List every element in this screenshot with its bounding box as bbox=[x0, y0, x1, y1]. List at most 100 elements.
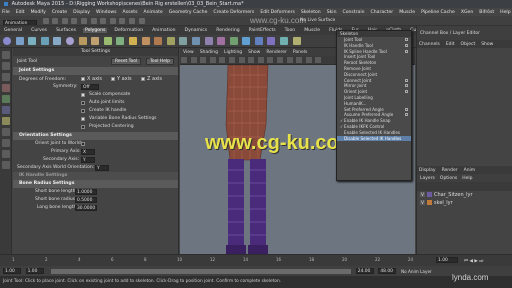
menu-modify[interactable]: Modify bbox=[31, 10, 46, 15]
shelf-tab-surfaces[interactable]: Surfaces bbox=[54, 28, 78, 33]
playback-controls[interactable]: ⏮ ◀ ▶ ⏭ bbox=[464, 258, 483, 264]
option-box-icon[interactable] bbox=[405, 84, 408, 88]
layout-single-icon[interactable] bbox=[2, 128, 10, 136]
snap-curve-icon[interactable] bbox=[128, 18, 135, 24]
channel-tab-show[interactable]: Show bbox=[481, 42, 493, 47]
option-box-icon[interactable] bbox=[405, 43, 408, 47]
smooth-shade-icon[interactable] bbox=[267, 57, 274, 63]
redo-icon[interactable] bbox=[80, 18, 87, 24]
dof-z-checkbox[interactable] bbox=[141, 76, 145, 81]
symmetry-dropdown[interactable]: Off bbox=[81, 84, 99, 90]
character-legs-model[interactable] bbox=[220, 65, 276, 254]
isolate-select-icon[interactable] bbox=[315, 57, 322, 63]
orient-world-checkbox[interactable] bbox=[81, 142, 85, 146]
layer-tab-display[interactable]: Display bbox=[419, 168, 436, 173]
lights-icon[interactable] bbox=[286, 57, 293, 63]
shadows-icon[interactable] bbox=[296, 57, 303, 63]
menu-bifr-st[interactable]: Bifröst bbox=[479, 10, 494, 15]
append-polygon-icon[interactable] bbox=[154, 37, 163, 45]
option-box-icon[interactable] bbox=[405, 113, 408, 117]
layer-visibility-toggle[interactable]: V bbox=[420, 192, 425, 197]
channel-tab-edit[interactable]: Edit bbox=[446, 42, 455, 47]
current-time-field[interactable]: 1.00 bbox=[436, 257, 458, 263]
layer-row-skel-lyr[interactable]: Vskel_lyr bbox=[417, 199, 512, 207]
undo-icon[interactable] bbox=[71, 18, 78, 24]
menu-windows[interactable]: Windows bbox=[96, 10, 117, 15]
layer-color-swatch[interactable] bbox=[427, 192, 432, 197]
insert-edge-loop-icon[interactable] bbox=[179, 37, 188, 45]
layer-menu-layers[interactable]: Layers bbox=[420, 176, 435, 181]
sculpt-icon[interactable] bbox=[292, 37, 301, 45]
merge-icon[interactable] bbox=[204, 37, 213, 45]
playback-end-field[interactable]: 24.00 bbox=[355, 268, 374, 274]
menu-help[interactable]: Help bbox=[500, 10, 510, 15]
menu-geometry-cache[interactable]: Geometry Cache bbox=[169, 10, 208, 15]
shelf-tab-polygons[interactable]: Polygons bbox=[82, 28, 108, 33]
layer-tab-render[interactable]: Render bbox=[442, 168, 458, 173]
select-tool-icon[interactable] bbox=[2, 51, 10, 59]
viewport-menu-show[interactable]: Show bbox=[248, 50, 260, 55]
option-box-icon[interactable] bbox=[405, 78, 408, 82]
layer-menu-help[interactable]: Help bbox=[462, 176, 472, 181]
bevel-icon[interactable] bbox=[217, 37, 226, 45]
dof-y-checkbox[interactable] bbox=[111, 76, 115, 81]
menu-edit-deformers[interactable]: Edit Deformers bbox=[260, 10, 295, 15]
bridge-icon[interactable] bbox=[141, 37, 150, 45]
smooth-icon[interactable] bbox=[116, 37, 125, 45]
channel-tab-channels[interactable]: Channels bbox=[419, 42, 440, 47]
save-scene-icon[interactable] bbox=[61, 18, 68, 24]
lasso-tool-icon[interactable] bbox=[2, 62, 10, 70]
short-length-field[interactable]: 1.0000 bbox=[75, 189, 97, 195]
polygon-sphere-icon[interactable] bbox=[3, 37, 11, 45]
dof-x-checkbox[interactable] bbox=[81, 76, 85, 81]
option-box-icon[interactable] bbox=[405, 90, 408, 94]
playback-start-field[interactable]: 1.00 bbox=[25, 268, 44, 274]
camera-attributes-icon[interactable] bbox=[190, 57, 197, 63]
open-scene-icon[interactable] bbox=[52, 18, 59, 24]
skeleton-menu-item-disable-selected-ik-handles[interactable]: Disable Selected IK Handles bbox=[337, 135, 411, 142]
viewport-menu-lighting[interactable]: Lighting bbox=[224, 50, 242, 55]
shelf-tab-rendering[interactable]: Rendering bbox=[214, 28, 241, 33]
grid-icon[interactable] bbox=[219, 57, 226, 63]
polygon-plane-icon[interactable] bbox=[53, 37, 62, 45]
split-polygon-icon[interactable] bbox=[166, 37, 175, 45]
end-time-field[interactable]: 48.00 bbox=[378, 268, 397, 274]
menu-xgen[interactable]: XGen bbox=[461, 10, 473, 15]
shelf-tab-toon[interactable]: Toon bbox=[283, 28, 298, 33]
shelf-tab-general[interactable]: General bbox=[2, 28, 24, 33]
menu-constrain[interactable]: Constrain bbox=[343, 10, 365, 15]
layout-outliner-icon[interactable] bbox=[2, 161, 10, 169]
select-component-icon[interactable] bbox=[109, 18, 116, 24]
menu-muscle[interactable]: Muscle bbox=[399, 10, 415, 15]
extract-icon[interactable] bbox=[103, 37, 112, 45]
select-object-icon[interactable] bbox=[100, 18, 107, 24]
reset-tool-button[interactable]: Reset Tool bbox=[111, 58, 142, 65]
dof-z[interactable]: Z axis bbox=[141, 76, 162, 82]
image-plane-icon[interactable] bbox=[209, 57, 216, 63]
snap-point-icon[interactable] bbox=[138, 18, 145, 24]
gate-mask-icon[interactable] bbox=[248, 57, 255, 63]
menu-display[interactable]: Display bbox=[73, 10, 90, 15]
tool-help-button[interactable]: Tool Help bbox=[146, 58, 174, 65]
menu-animate[interactable]: Animate bbox=[144, 10, 163, 15]
menu-pipeline-cache[interactable]: Pipeline Cache bbox=[421, 10, 455, 15]
wireframe-icon[interactable] bbox=[257, 57, 264, 63]
viewport-menu-renderer[interactable]: Renderer bbox=[266, 50, 287, 55]
polygon-cylinder-icon[interactable] bbox=[28, 37, 37, 45]
move-tool-icon[interactable] bbox=[2, 84, 10, 92]
shelf-tab-dynamics[interactable]: Dynamics bbox=[183, 28, 210, 33]
start-time-field[interactable]: 1.00 bbox=[3, 268, 21, 274]
mode-selector[interactable]: Animation bbox=[3, 19, 37, 25]
section-joint-settings[interactable]: Joint Settings bbox=[13, 67, 178, 75]
camera-select-icon[interactable] bbox=[181, 57, 187, 63]
layer-row-char-sitzen-lyr[interactable]: V Char_Sitzen_lyr bbox=[417, 191, 512, 199]
section-ik-handle-settings[interactable]: IK Handle Settings bbox=[13, 172, 178, 180]
joint-tool-icon[interactable] bbox=[2, 117, 10, 125]
layout-four-icon[interactable] bbox=[2, 139, 10, 147]
secondary-axis-dropdown[interactable]: Y bbox=[81, 157, 95, 163]
dof-x[interactable]: X axis bbox=[81, 76, 102, 82]
spherical-mapping-icon[interactable] bbox=[267, 37, 276, 45]
channel-tab-object[interactable]: Object bbox=[461, 42, 476, 47]
short-radius-field[interactable]: 0.5000 bbox=[75, 197, 97, 203]
section-orientation-settings[interactable]: Orientation Settings bbox=[13, 132, 178, 140]
